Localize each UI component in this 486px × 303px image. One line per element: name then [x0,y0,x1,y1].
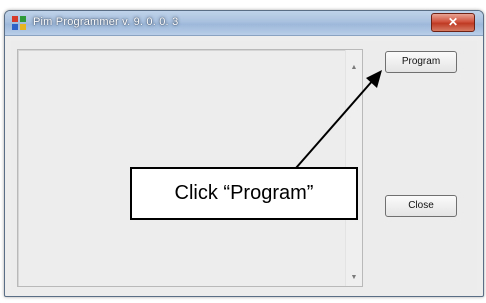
callout-text: Click “Program” [174,182,314,204]
callout-arrow-icon [295,70,382,169]
instruction-callout: Click “Program” [130,167,358,220]
